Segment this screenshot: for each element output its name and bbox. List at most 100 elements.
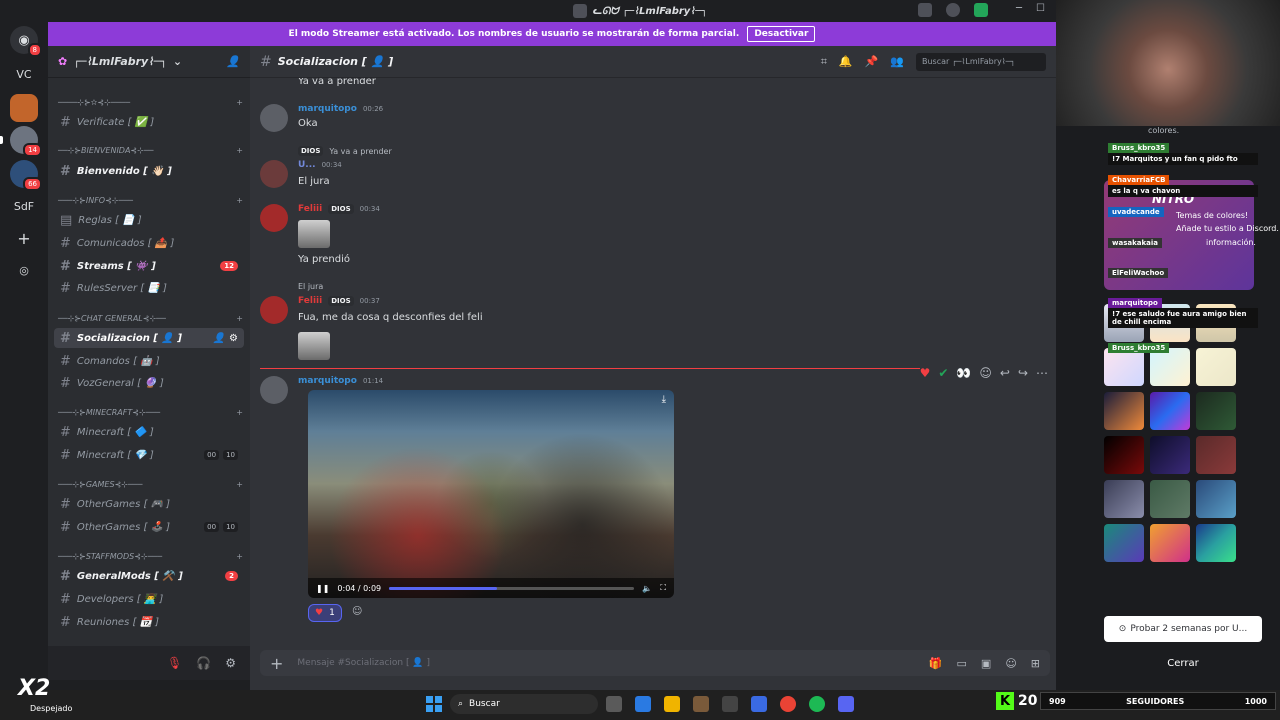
screen-share-icon[interactable] bbox=[918, 3, 932, 17]
channel-rulesserver[interactable]: # RulesServer [ 📑 ] bbox=[54, 278, 244, 298]
channel-comunicados[interactable]: # Comunicados [ 📤 ] bbox=[54, 233, 244, 253]
channel-bienvenido[interactable]: # Bienvenido [ 👋🏻 ] bbox=[54, 161, 244, 181]
fullscreen-icon[interactable]: ⛶ bbox=[660, 583, 666, 593]
channel-vozgeneral[interactable]: # VozGeneral [ 🔮 ] bbox=[54, 373, 244, 393]
avatar[interactable] bbox=[260, 204, 288, 232]
deactivate-button[interactable]: Desactivar bbox=[747, 26, 816, 42]
channel-developers[interactable]: # Developers [ 👨‍💻 ] bbox=[54, 589, 244, 609]
explore-button[interactable]: ◎ bbox=[10, 256, 38, 284]
task-view-icon[interactable] bbox=[606, 696, 622, 712]
category-games[interactable]: ───⊹⊱GAMES⊰⊹─── + bbox=[58, 480, 243, 489]
category-bienvenida[interactable]: ──⊹⊱BIENVENIDA⊰⊹── + bbox=[58, 146, 243, 155]
channel-generalmods[interactable]: # GeneralMods [ ⚒️ ] 2 bbox=[54, 566, 244, 586]
avatar[interactable] bbox=[260, 376, 288, 404]
theme-swatch[interactable] bbox=[1196, 524, 1236, 562]
theme-swatch[interactable] bbox=[1104, 524, 1144, 562]
app-icon[interactable] bbox=[693, 696, 709, 712]
theme-swatch[interactable] bbox=[1104, 436, 1144, 474]
obs-icon[interactable] bbox=[722, 696, 738, 712]
sticker-icon[interactable]: ▣ bbox=[981, 657, 991, 670]
plus-icon[interactable]: + bbox=[236, 98, 243, 107]
server-sdf[interactable]: SdF bbox=[10, 192, 38, 220]
category-info[interactable]: ───⊹⊱INFO⊰⊹─── + bbox=[58, 196, 243, 205]
video-attachment[interactable]: ⤓ ❚❚ 0:04 / 0:09 🔈 ⛶ bbox=[308, 390, 674, 598]
mic-muted-icon[interactable]: 🎙 bbox=[167, 656, 182, 670]
gear-icon[interactable]: ⚙ bbox=[229, 333, 238, 344]
plus-icon[interactable]: + bbox=[236, 196, 243, 205]
members-icon[interactable]: 👥 bbox=[890, 55, 904, 68]
theme-swatch[interactable] bbox=[1196, 436, 1236, 474]
theme-swatch[interactable] bbox=[1196, 480, 1236, 518]
weather-widget[interactable]: Despejado bbox=[30, 704, 72, 713]
theme-swatch[interactable] bbox=[1196, 348, 1236, 386]
discord-icon[interactable] bbox=[838, 696, 854, 712]
apps-icon[interactable]: ⊞ bbox=[1031, 657, 1040, 670]
download-icon[interactable] bbox=[974, 3, 988, 17]
channel-socializacion[interactable]: # Socializacion [ 👤 ] 👤 ⚙ bbox=[54, 328, 244, 348]
theme-swatch[interactable] bbox=[1150, 480, 1190, 518]
search-input[interactable]: Buscar ┌─⌇LmlFabry⌇─┐ bbox=[916, 52, 1046, 71]
app-icon[interactable] bbox=[751, 696, 767, 712]
channel-minecraft-2[interactable]: # Minecraft [ 💎 ] 00 10 bbox=[54, 445, 244, 465]
avatar[interactable] bbox=[260, 296, 288, 324]
username[interactable]: Feliii bbox=[298, 204, 322, 214]
channel-othergames-2[interactable]: # OtherGames [ 🕹️ ] 00 10 bbox=[54, 517, 244, 537]
guild-header[interactable]: ✿ ┌─⌇LmlFabry⌇─┐ ⌄ 👤 bbox=[48, 46, 250, 78]
channel-othergames-1[interactable]: # OtherGames [ 🎮 ] bbox=[54, 494, 244, 514]
channel-reuniones[interactable]: # Reuniones [ 📆 ] bbox=[54, 612, 244, 632]
category-staffmods[interactable]: ───⊹⊱STAFFMODS⊰⊹─── + bbox=[58, 552, 243, 561]
theme-swatch[interactable] bbox=[1150, 348, 1190, 386]
server-icon-3[interactable]: 14 bbox=[10, 126, 42, 157]
reply-preview[interactable]: El jura bbox=[298, 282, 323, 291]
maximize-icon[interactable]: ☐ bbox=[1036, 3, 1045, 14]
invite-icon[interactable]: 👤 bbox=[213, 333, 225, 344]
discord-home-button[interactable]: ◉ 8 bbox=[10, 26, 42, 57]
theme-swatch[interactable] bbox=[1104, 392, 1144, 430]
message-input[interactable]: + Mensaje #Socializacion [ 👤 ] 🎁 ▭ ▣ ☺ ⊞ bbox=[260, 650, 1050, 676]
heart-reaction[interactable]: ♥ 1 bbox=[308, 604, 342, 622]
channel-verificate[interactable]: # Verificate [ ✅ ] bbox=[54, 112, 244, 132]
plus-icon[interactable]: + bbox=[236, 480, 243, 489]
taskbar-search[interactable]: ⌕ Buscar bbox=[450, 694, 598, 714]
threads-icon[interactable]: ⌗ bbox=[821, 55, 827, 69]
channel-comandos[interactable]: # Comandos [ 🤖 ] bbox=[54, 351, 244, 371]
pause-icon[interactable]: ❚❚ bbox=[316, 584, 329, 593]
username[interactable]: marquitopo bbox=[298, 104, 357, 114]
video-progress[interactable] bbox=[389, 586, 635, 590]
plus-icon[interactable]: + bbox=[236, 146, 243, 155]
copilot-icon[interactable] bbox=[635, 696, 651, 712]
emoji-icon[interactable]: ☺ bbox=[1005, 657, 1016, 670]
file-explorer-icon[interactable] bbox=[664, 696, 680, 712]
sticker-image[interactable] bbox=[298, 220, 330, 248]
theme-swatch[interactable] bbox=[1196, 392, 1236, 430]
help-icon[interactable] bbox=[946, 3, 960, 17]
category-chat-general[interactable]: ──⊹⊱CHAT GENERAL⊰⊹── + bbox=[58, 314, 243, 323]
gift-icon[interactable]: 🎁 bbox=[929, 657, 943, 670]
plus-icon[interactable]: + bbox=[236, 314, 243, 323]
server-icon-2[interactable] bbox=[10, 94, 38, 122]
volume-icon[interactable]: 🔈 bbox=[642, 584, 652, 593]
category-verify[interactable]: ────⊹⊱✫⊰⊹──── + bbox=[58, 98, 243, 107]
username[interactable]: U... bbox=[298, 160, 316, 170]
reply-preview[interactable]: DIOS Ya va a prender bbox=[298, 146, 392, 156]
gif-icon[interactable]: ▭ bbox=[957, 657, 967, 670]
minimize-icon[interactable]: ─ bbox=[1016, 3, 1022, 14]
chrome-icon[interactable] bbox=[780, 696, 796, 712]
download-icon[interactable]: ⤓ bbox=[662, 394, 666, 405]
channel-streams[interactable]: # Streams [ 👾 ] 12 bbox=[54, 256, 244, 276]
plus-icon[interactable]: + bbox=[236, 408, 243, 417]
theme-swatch[interactable] bbox=[1104, 480, 1144, 518]
add-member-icon[interactable]: 👤 bbox=[226, 55, 240, 68]
channel-minecraft-1[interactable]: # Minecraft [ 🔷 ] bbox=[54, 422, 244, 442]
server-icon-4[interactable]: 66 bbox=[10, 160, 42, 191]
channel-reglas[interactable]: ▤ Reglas [ 📄 ] bbox=[54, 210, 244, 230]
plus-icon[interactable]: + bbox=[270, 654, 283, 673]
theme-swatch[interactable] bbox=[1150, 392, 1190, 430]
theme-swatch[interactable] bbox=[1150, 524, 1190, 562]
plus-icon[interactable]: + bbox=[236, 552, 243, 561]
close-button[interactable]: Cerrar bbox=[1104, 652, 1262, 674]
gear-icon[interactable]: ⚙ bbox=[225, 656, 236, 670]
add-server-button[interactable]: + bbox=[10, 224, 38, 252]
theme-swatch[interactable] bbox=[1150, 436, 1190, 474]
spotify-icon[interactable] bbox=[809, 696, 825, 712]
